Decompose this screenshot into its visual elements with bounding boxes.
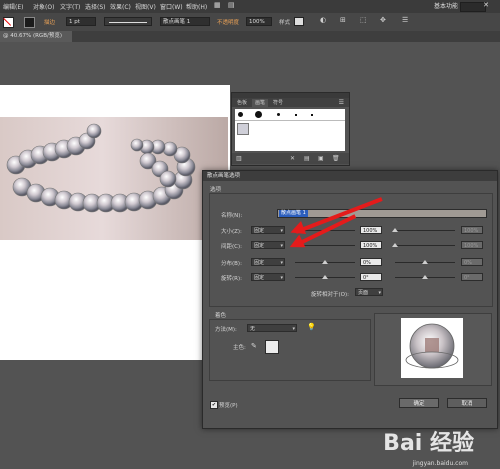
- eyedropper-icon[interactable]: ✎: [251, 342, 257, 350]
- panel-menu-icon[interactable]: ☰: [336, 99, 347, 107]
- method-dropdown[interactable]: 无: [247, 324, 297, 333]
- size-mode-dropdown[interactable]: 固定: [251, 226, 285, 235]
- menu-type[interactable]: 文字(T): [60, 2, 80, 11]
- brushes-panel: 色板 画笔 符号 ☰ ▥ ✕ ▤ ▣ 🗑: [231, 92, 350, 166]
- stroke-swatch[interactable]: [24, 17, 35, 28]
- dialog-title[interactable]: 散点画笔选项: [203, 171, 497, 181]
- menu-object[interactable]: 对象(O): [33, 2, 54, 11]
- arrange-icon[interactable]: ▤: [228, 1, 235, 9]
- brush-definition-dropdown[interactable]: 散点画笔 1: [160, 17, 210, 26]
- brush-dot-large[interactable]: [255, 111, 262, 118]
- close-icon[interactable]: ✕: [482, 1, 490, 10]
- panel-footer: ▥ ✕ ▤ ▣ 🗑: [232, 153, 349, 164]
- tips-icon[interactable]: 💡: [307, 323, 316, 331]
- align-icon[interactable]: ⊞: [340, 16, 346, 24]
- method-label: 方法(M):: [215, 327, 237, 333]
- menu-select[interactable]: 选择(S): [85, 2, 106, 11]
- size-label: 大小(Z):: [221, 229, 242, 235]
- size-slider-max[interactable]: [395, 230, 455, 231]
- menu-view[interactable]: 视图(V): [135, 2, 156, 11]
- scatter-mode-dropdown[interactable]: 固定: [251, 258, 285, 267]
- rotation-slider-knob[interactable]: [322, 275, 328, 279]
- variable-width-profile[interactable]: [104, 17, 152, 26]
- colorize-header: 着色: [215, 313, 227, 319]
- size-slider-max-knob[interactable]: [392, 228, 398, 232]
- panel-tabs: 色板 画笔 符号 ☰: [232, 98, 349, 107]
- options-icon[interactable]: ▤: [304, 155, 310, 162]
- stroke-label[interactable]: 描边: [44, 18, 55, 26]
- bridge-icon[interactable]: ▦: [214, 1, 221, 9]
- menu-window[interactable]: 窗口(W): [160, 2, 183, 11]
- spacing-label: 间距(C):: [221, 244, 242, 250]
- rotation-relative-label: 旋转相对于(O):: [311, 292, 349, 298]
- canvas-image: [0, 117, 228, 240]
- recolor-icon[interactable]: ◐: [320, 16, 326, 24]
- brush-list: [235, 109, 345, 151]
- brush-dot-pixel-2[interactable]: [311, 114, 313, 116]
- key-color-label: 主色:: [233, 345, 246, 351]
- graphic-style-swatch[interactable]: [294, 17, 304, 26]
- size-value[interactable]: 100%: [360, 226, 382, 234]
- brush-library-icon[interactable]: ▥: [236, 155, 242, 162]
- menu-help[interactable]: 帮助(H): [186, 2, 207, 11]
- rotation-value-max[interactable]: 0°: [461, 273, 483, 281]
- key-color-swatch[interactable]: [265, 340, 279, 354]
- rotation-relative-dropdown[interactable]: 页面: [355, 288, 383, 297]
- scatter-slider-max-knob[interactable]: [422, 260, 428, 264]
- options-header: 选项: [210, 187, 222, 193]
- preview-checkbox[interactable]: ✔: [210, 401, 218, 409]
- new-brush-icon[interactable]: ▣: [318, 155, 324, 162]
- spacing-value-max[interactable]: 100%: [461, 241, 483, 249]
- spacing-slider-max-knob[interactable]: [392, 243, 398, 247]
- menu-bar: 编辑(E) 对象(O) 文字(T) 选择(S) 效果(C) 视图(V) 窗口(W…: [0, 0, 500, 13]
- tab-symbols[interactable]: 符号: [270, 99, 286, 107]
- watermark-url: jingyan.baidu.com: [412, 460, 468, 467]
- rotation-slider-max-knob[interactable]: [422, 275, 428, 279]
- preview-label[interactable]: 预览(P): [219, 401, 238, 409]
- scatter-brush-swatch[interactable]: [237, 123, 249, 135]
- tab-swatches[interactable]: 色板: [234, 99, 250, 107]
- remove-stroke-icon[interactable]: ✕: [290, 155, 295, 162]
- menu-effect[interactable]: 效果(C): [110, 2, 131, 11]
- tab-brushes[interactable]: 画笔: [252, 99, 269, 107]
- spacing-value[interactable]: 100%: [360, 241, 382, 249]
- menu-icon[interactable]: ☰: [402, 16, 408, 24]
- brush-dot-pixel[interactable]: [295, 114, 297, 116]
- opacity-label[interactable]: 不透明度: [217, 18, 239, 26]
- isolate-icon[interactable]: ✥: [380, 16, 386, 24]
- menu-edit[interactable]: 编辑(E): [3, 2, 23, 11]
- watermark-logo: Bai 经验: [383, 431, 474, 456]
- style-label: 样式: [279, 20, 291, 26]
- document-tab[interactable]: @ 40.67% (RGB/预览): [0, 31, 72, 42]
- name-label: 名称(N):: [221, 213, 243, 219]
- control-bar: 描边 1 pt 散点画笔 1 不透明度 100% 样式 ◐ ⊞ ⬚ ✥ ☰: [0, 13, 500, 32]
- spacing-slider-max[interactable]: [395, 245, 455, 246]
- spacing-mode-dropdown[interactable]: 固定: [251, 241, 285, 250]
- opacity-field[interactable]: 100%: [246, 17, 272, 26]
- brush-dot-tiny[interactable]: [277, 113, 280, 116]
- stroke-weight-field[interactable]: 1 pt: [66, 17, 96, 26]
- brush-preview-box: [374, 313, 492, 386]
- size-value-max[interactable]: 100%: [461, 226, 483, 234]
- rotation-mode-dropdown[interactable]: 固定: [251, 273, 285, 282]
- document-tab-bar: @ 40.67% (RGB/预览): [0, 31, 500, 42]
- scatter-value[interactable]: 0%: [360, 258, 382, 266]
- scatter-value-max[interactable]: 0%: [461, 258, 483, 266]
- workspace-switcher[interactable]: 基本功能: [434, 1, 458, 10]
- crystal-bead-chain-image: [6, 123, 196, 213]
- rotation-label: 旋转(R):: [221, 276, 242, 282]
- brush-preview-image: [401, 318, 463, 378]
- name-field[interactable]: 散点画笔 1: [277, 209, 487, 218]
- scatter-slider-knob[interactable]: [322, 260, 328, 264]
- ok-button[interactable]: 确定: [399, 398, 439, 408]
- trash-icon[interactable]: 🗑: [332, 155, 340, 162]
- brush-dot-small[interactable]: [238, 112, 243, 117]
- cancel-button[interactable]: 取消: [447, 398, 487, 408]
- rotation-value[interactable]: 0°: [360, 273, 382, 281]
- name-value: 散点画笔 1: [279, 210, 308, 217]
- transform-icon[interactable]: ⬚: [360, 16, 367, 24]
- scatter-label: 分布(B):: [221, 261, 242, 267]
